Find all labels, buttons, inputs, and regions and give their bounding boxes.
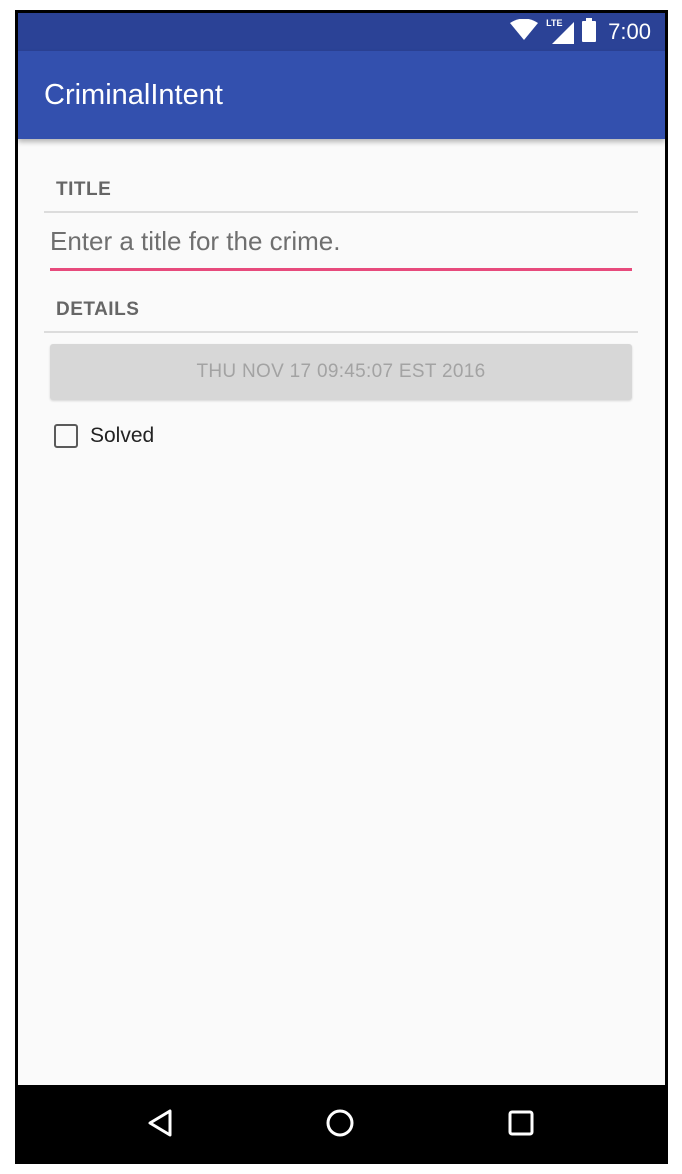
battery-icon [582,17,597,47]
details-section-header: DETAILS [44,281,638,333]
solved-checkbox[interactable] [54,424,78,448]
title-input-container [50,223,632,275]
app-bar: CriminalIntent [18,51,665,139]
wifi-icon [510,18,539,46]
status-icons: LTE 7:00 [510,17,651,47]
details-section-label: DETAILS [56,299,140,320]
home-icon[interactable] [324,1107,356,1139]
status-bar: LTE 7:00 [18,13,665,51]
solved-label: Solved [90,424,155,447]
navigation-bar [18,1085,665,1161]
crime-title-input[interactable] [50,223,632,271]
title-section-label: TITLE [56,179,112,200]
back-icon[interactable] [144,1107,176,1139]
crime-date-button[interactable]: THU NOV 17 09:45:07 EST 2016 [50,344,632,400]
title-section-header: TITLE [44,161,638,213]
app-title: CriminalIntent [44,79,223,111]
device-screen: LTE 7:00 CriminalIntent TITLE DETAILS TH… [15,10,668,1164]
status-time: 7:00 [608,19,651,44]
solved-checkbox-row[interactable]: Solved [54,419,154,453]
recents-icon[interactable] [505,1107,537,1139]
cell-signal-icon: LTE [546,18,575,44]
